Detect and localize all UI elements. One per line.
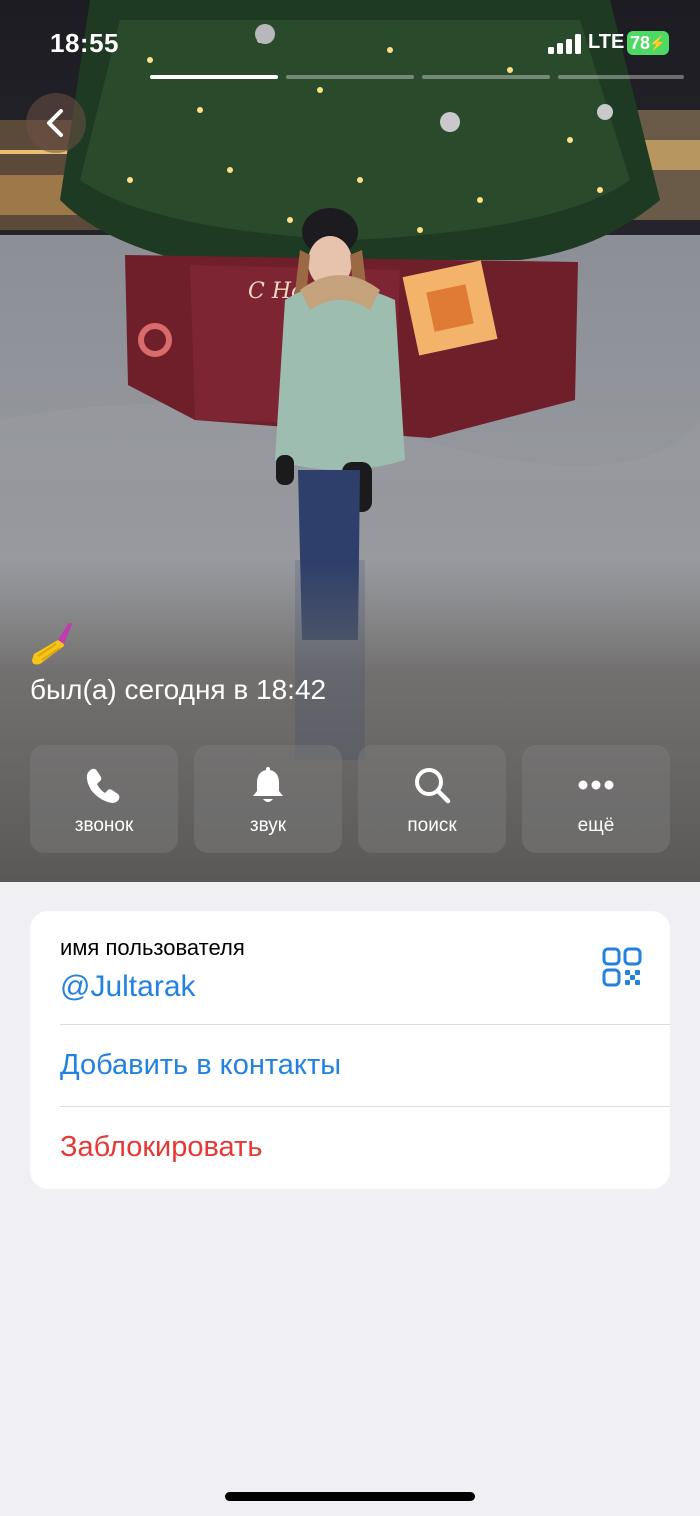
profile-info-card: имя пользователя @Jultarak Добавить в ко… — [30, 911, 670, 1189]
story-progress-segment — [558, 75, 684, 79]
username-row[interactable]: имя пользователя @Jultarak — [30, 911, 670, 1024]
phone-icon — [86, 768, 120, 803]
story-progress-segment — [150, 75, 278, 79]
block-row[interactable]: Заблокировать — [30, 1107, 670, 1189]
story-progress-segment — [286, 75, 414, 79]
username-value[interactable]: @Jultarak — [60, 970, 196, 1004]
username-label: имя пользователя — [60, 935, 245, 960]
add-contact-button[interactable]: Добавить в контакты — [60, 1049, 341, 1082]
bell-icon — [253, 767, 283, 802]
sound-button[interactable]: звук — [194, 745, 342, 853]
network-label: LTE — [588, 31, 625, 53]
battery-level: 78 — [630, 33, 651, 53]
add-contact-row[interactable]: Добавить в контакты — [30, 1025, 670, 1107]
battery-icon: 78 ⚡ — [627, 31, 669, 55]
search-icon — [415, 768, 451, 804]
call-button[interactable]: звонок — [30, 745, 178, 853]
status-bar: 18:55 LTE 78 ⚡ — [0, 0, 700, 80]
more-button-label: ещё — [577, 815, 615, 836]
sound-button-label: звук — [249, 815, 287, 836]
home-indicator[interactable] — [225, 1492, 475, 1501]
signal-icon — [548, 34, 581, 54]
nail-polish-emoji-icon[interactable] — [28, 620, 76, 668]
back-button[interactable] — [26, 93, 86, 153]
status-time: 18:55 — [50, 28, 119, 58]
search-button-label: поиск — [407, 815, 457, 836]
story-progress-segment — [422, 75, 550, 79]
action-buttons: звонок звук поиск ещё — [30, 745, 670, 853]
more-button[interactable]: ещё — [522, 745, 670, 853]
last-seen-status: был(а) сегодня в 18:42 — [30, 674, 327, 705]
qr-code-icon[interactable] — [602, 947, 642, 987]
profile-photo[interactable]: С Но 18:55 LTE 78 ⚡ был(а) сегодня в 18:… — [0, 0, 700, 882]
block-button[interactable]: Заблокировать — [60, 1131, 262, 1164]
search-button[interactable]: поиск — [358, 745, 506, 853]
call-button-label: звонок — [74, 815, 134, 836]
chevron-left-icon — [47, 109, 63, 137]
more-icon — [578, 780, 614, 790]
